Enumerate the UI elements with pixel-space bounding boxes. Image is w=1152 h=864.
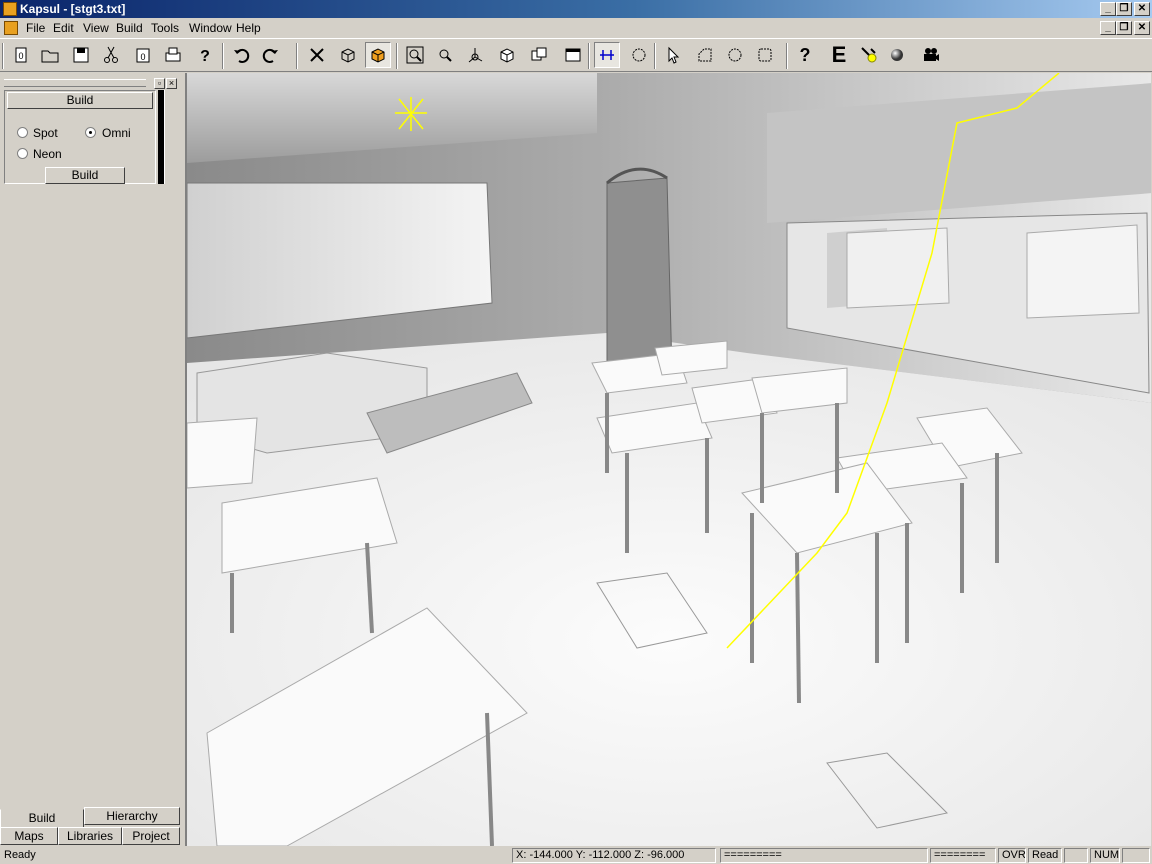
print-icon[interactable]: [160, 42, 186, 68]
menu-edit[interactable]: Edit: [53, 21, 74, 35]
panel-float-button[interactable]: ▫: [154, 78, 165, 89]
menu-build[interactable]: Build: [116, 21, 143, 35]
radio-omni-label: Omni: [102, 126, 131, 140]
menu-view[interactable]: View: [83, 21, 109, 35]
scene-render: [187, 73, 1151, 846]
window-icon[interactable]: [560, 42, 586, 68]
doc-restore-button[interactable]: ❐: [1116, 21, 1132, 35]
sphere-icon[interactable]: [884, 42, 910, 68]
panel-scrollbar[interactable]: [158, 90, 165, 184]
menu-bar: File Edit View Build Tools Window Help _…: [0, 18, 1152, 38]
doc-minimize-button[interactable]: _: [1100, 21, 1116, 35]
redo-icon[interactable]: [258, 42, 284, 68]
solid-cube-icon[interactable]: [365, 42, 391, 68]
window-title: Kapsul - [stgt3.txt]: [20, 2, 126, 16]
build-button[interactable]: Build: [45, 167, 125, 184]
panel-grip[interactable]: [4, 79, 146, 87]
menu-tools[interactable]: Tools: [151, 21, 179, 35]
camera-icon[interactable]: [918, 42, 944, 68]
build-panel: ▫ × Build Spot Omni Neon Build Build Hie…: [0, 74, 184, 846]
circle-dotted-icon[interactable]: [722, 42, 748, 68]
cut-icon[interactable]: [98, 42, 124, 68]
size-grip[interactable]: [1122, 848, 1150, 863]
tab-libraries[interactable]: Libraries: [58, 827, 122, 845]
radio-neon[interactable]: [17, 148, 28, 159]
document-icon[interactable]: [4, 21, 18, 35]
close-button[interactable]: ✕: [1134, 2, 1150, 16]
wireframe-cube-icon[interactable]: [335, 42, 361, 68]
tools-icon[interactable]: [304, 42, 330, 68]
coords-readout: X: -144.000 Y: -112.000 Z: -96.000: [512, 848, 716, 863]
radio-neon-label: Neon: [33, 147, 62, 161]
circle-select-icon[interactable]: [626, 42, 652, 68]
ovr-indicator: OVR: [998, 848, 1026, 863]
tab-maps[interactable]: Maps: [0, 827, 58, 845]
save-icon[interactable]: [68, 42, 94, 68]
status-empty: [1064, 848, 1088, 863]
title-bar: Kapsul - [stgt3.txt] _ ❐ ✕: [0, 0, 1152, 18]
radio-spot[interactable]: [17, 127, 28, 138]
polygon-select-icon[interactable]: [692, 42, 718, 68]
paste-icon[interactable]: 0: [130, 42, 156, 68]
group-icon[interactable]: [526, 42, 552, 68]
axis-icon[interactable]: [462, 42, 488, 68]
box-icon[interactable]: [494, 42, 520, 68]
help-cursor-icon[interactable]: ?: [192, 42, 218, 68]
svg-text:0: 0: [140, 52, 145, 62]
minimize-button[interactable]: _: [1100, 2, 1116, 16]
read-indicator: Read: [1028, 848, 1062, 863]
toolbar: 0 0 ? ? E: [0, 38, 1152, 72]
progress-indicator-2: ========: [930, 848, 996, 863]
num-indicator: NUM: [1090, 848, 1120, 863]
doc-close-button[interactable]: ✕: [1134, 21, 1150, 35]
zoom-extents-icon[interactable]: [402, 42, 428, 68]
panel-close-button[interactable]: ×: [166, 78, 177, 89]
help-icon[interactable]: ?: [792, 42, 818, 68]
app-icon[interactable]: [3, 2, 17, 16]
progress-indicator-1: =========: [720, 848, 928, 863]
light-icon[interactable]: [856, 42, 882, 68]
light-type-group: Build Spot Omni Neon Build: [4, 90, 156, 184]
tab-build[interactable]: Build: [0, 809, 84, 827]
square-dotted-icon[interactable]: [752, 42, 778, 68]
radio-omni[interactable]: [85, 127, 96, 138]
undo-icon[interactable]: [228, 42, 254, 68]
build-header-button[interactable]: Build: [7, 92, 153, 109]
svg-text:0: 0: [18, 51, 23, 61]
zoom-icon[interactable]: [432, 42, 458, 68]
status-text: Ready: [4, 849, 36, 861]
menu-file[interactable]: File: [26, 21, 45, 35]
open-folder-icon[interactable]: [37, 42, 63, 68]
pointer-icon[interactable]: [660, 42, 686, 68]
restore-button[interactable]: ❐: [1116, 2, 1132, 16]
panel-tabs: Build Hierarchy Maps Libraries Project: [0, 807, 184, 847]
svg-text:?: ?: [200, 48, 210, 65]
tab-hierarchy[interactable]: Hierarchy: [84, 807, 180, 825]
new-file-icon[interactable]: 0: [8, 42, 34, 68]
menu-window[interactable]: Window: [189, 21, 232, 35]
tab-project[interactable]: Project: [122, 827, 180, 845]
radio-spot-label: Spot: [33, 126, 58, 140]
status-bar: Ready X: -144.000 Y: -112.000 Z: -96.000…: [0, 847, 1152, 864]
entity-icon[interactable]: E: [826, 42, 852, 68]
menu-help[interactable]: Help: [236, 21, 261, 35]
3d-viewport[interactable]: [185, 73, 1151, 846]
vertex-select-icon[interactable]: [594, 42, 620, 68]
